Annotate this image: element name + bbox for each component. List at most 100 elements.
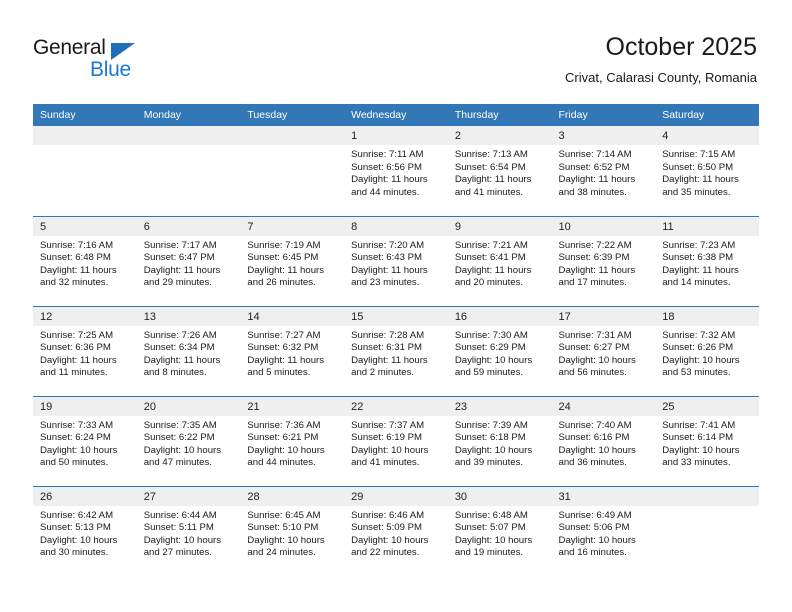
calendar-day[interactable]: 22 Sunrise: 7:37 AM Sunset: 6:19 PM Dayligh… <box>344 396 448 486</box>
daylight-duration-line2: and 33 minutes. <box>662 457 731 469</box>
daylight-duration-line1: Daylight: 10 hours <box>558 354 636 366</box>
sunset-time: Sunset: 6:50 PM <box>662 161 734 173</box>
day-number <box>240 126 345 145</box>
calendar-cell: 5 Sunrise: 7:16 AM Sunset: 6:48 PM Daylight… <box>33 215 137 306</box>
day-number: 28 <box>240 486 345 506</box>
daylight-duration-line1: Daylight: 10 hours <box>247 534 325 546</box>
calendar-day[interactable]: 12 Sunrise: 7:25 AM Sunset: 6:36 PM Dayligh… <box>33 306 137 396</box>
calendar-week-row: 5 Sunrise: 7:16 AM Sunset: 6:48 PM Daylight… <box>33 215 759 306</box>
calendar-cell: 19 Sunrise: 7:33 AM Sunset: 6:24 PM Dayligh… <box>33 395 137 486</box>
daylight-duration-line1: Daylight: 11 hours <box>143 264 221 276</box>
calendar-cell: 28 Sunrise: 6:45 AM Sunset: 5:10 PM Dayligh… <box>240 485 345 576</box>
day-number: 11 <box>655 216 759 236</box>
sunset-time: Sunset: 6:16 PM <box>558 432 630 444</box>
calendar-day[interactable]: 8 Sunrise: 7:20 AM Sunset: 6:43 PM Daylight… <box>344 216 448 306</box>
day-details: Sunrise: 7:16 AM Sunset: 6:48 PM Daylight:… <box>33 236 137 290</box>
calendar-day[interactable]: 5 Sunrise: 7:16 AM Sunset: 6:48 PM Daylight… <box>33 216 137 306</box>
day-details: Sunrise: 7:25 AM Sunset: 6:36 PM Daylight:… <box>33 326 137 380</box>
weekday-header-tuesday: Tuesday <box>240 104 345 126</box>
daylight-duration-line2: and 44 minutes. <box>247 457 316 469</box>
calendar-day[interactable]: 20 Sunrise: 7:35 AM Sunset: 6:22 PM Dayligh… <box>136 396 241 486</box>
weekday-header-friday: Friday <box>551 104 656 126</box>
calendar-cell <box>240 126 345 216</box>
calendar-cell: 6 Sunrise: 7:17 AM Sunset: 6:47 PM Daylight… <box>136 215 241 306</box>
calendar-day[interactable]: 9 Sunrise: 7:21 AM Sunset: 6:41 PM Daylight… <box>447 216 552 306</box>
daylight-duration-line2: and 22 minutes. <box>351 547 420 559</box>
calendar-week-row: 26 Sunrise: 6:42 AM Sunset: 5:13 PM Dayligh… <box>33 485 759 576</box>
sunset-time: Sunset: 6:21 PM <box>247 432 319 444</box>
sunrise-time: Sunrise: 6:49 AM <box>558 509 632 521</box>
calendar-day[interactable]: 30 Sunrise: 6:48 AM Sunset: 5:07 PM Dayligh… <box>447 486 552 576</box>
calendar-day[interactable]: 23 Sunrise: 7:39 AM Sunset: 6:18 PM Dayligh… <box>447 396 552 486</box>
calendar-day[interactable]: 31 Sunrise: 6:49 AM Sunset: 5:06 PM Dayligh… <box>551 486 656 576</box>
sunset-time: Sunset: 6:14 PM <box>662 432 734 444</box>
weekday-header-saturday: Saturday <box>655 104 759 126</box>
calendar-day[interactable]: 2 Sunrise: 7:13 AM Sunset: 6:54 PM Daylight… <box>447 126 552 215</box>
page-header: General Blue October 2025 Crivat, Calara… <box>0 0 792 100</box>
calendar-day[interactable]: 27 Sunrise: 6:44 AM Sunset: 5:11 PM Dayligh… <box>136 486 241 576</box>
daylight-duration-line1: Daylight: 10 hours <box>454 444 533 456</box>
day-number: 4 <box>655 126 759 145</box>
calendar-day[interactable]: 6 Sunrise: 7:17 AM Sunset: 6:47 PM Daylight… <box>136 216 241 306</box>
calendar-day[interactable]: 15 Sunrise: 7:28 AM Sunset: 6:31 PM Dayligh… <box>344 306 448 396</box>
sunset-time: Sunset: 6:26 PM <box>662 342 734 354</box>
sunset-time: Sunset: 6:38 PM <box>662 252 734 264</box>
sunset-time: Sunset: 6:31 PM <box>351 342 423 354</box>
calendar-cell: 14 Sunrise: 7:27 AM Sunset: 6:32 PM Dayligh… <box>240 305 345 396</box>
sunrise-time: Sunrise: 6:46 AM <box>351 509 425 521</box>
calendar-cell: 3 Sunrise: 7:14 AM Sunset: 6:52 PM Daylight… <box>551 126 656 216</box>
calendar-day[interactable]: 1 Sunrise: 7:11 AM Sunset: 6:56 PM Daylight… <box>344 126 448 215</box>
calendar-cell: 17 Sunrise: 7:31 AM Sunset: 6:27 PM Dayligh… <box>551 305 656 396</box>
calendar-day[interactable]: 21 Sunrise: 7:36 AM Sunset: 6:21 PM Dayligh… <box>240 396 345 486</box>
daylight-duration-line1: Daylight: 11 hours <box>454 174 532 186</box>
calendar-cell: 26 Sunrise: 6:42 AM Sunset: 5:13 PM Dayligh… <box>33 485 137 576</box>
sunset-time: Sunset: 6:41 PM <box>454 252 526 264</box>
day-number: 1 <box>344 126 448 145</box>
daylight-duration-line1: Daylight: 10 hours <box>558 534 636 546</box>
daylight-duration-line2: and 16 minutes. <box>558 547 627 559</box>
calendar-day[interactable]: 11 Sunrise: 7:23 AM Sunset: 6:38 PM Dayligh… <box>655 216 759 306</box>
calendar-day[interactable]: 16 Sunrise: 7:30 AM Sunset: 6:29 PM Dayligh… <box>447 306 552 396</box>
calendar-day[interactable]: 3 Sunrise: 7:14 AM Sunset: 6:52 PM Daylight… <box>551 126 656 215</box>
sunset-time: Sunset: 6:43 PM <box>351 252 423 264</box>
calendar-day[interactable]: 18 Sunrise: 7:32 AM Sunset: 6:26 PM Dayligh… <box>655 306 759 396</box>
sunrise-time: Sunrise: 7:16 AM <box>40 239 114 251</box>
sunrise-time: Sunrise: 7:11 AM <box>351 149 424 160</box>
sunset-time: Sunset: 6:32 PM <box>247 342 319 354</box>
calendar-week-row: 1 Sunrise: 7:11 AM Sunset: 6:56 PM Daylight… <box>33 126 759 216</box>
day-number: 26 <box>33 486 137 506</box>
day-number: 15 <box>344 306 448 326</box>
calendar-cell: 25 Sunrise: 7:41 AM Sunset: 6:14 PM Dayligh… <box>655 395 759 486</box>
daylight-duration-line1: Daylight: 10 hours <box>351 534 429 546</box>
calendar-cell: 22 Sunrise: 7:37 AM Sunset: 6:19 PM Dayligh… <box>344 395 448 486</box>
calendar-cell: 23 Sunrise: 7:39 AM Sunset: 6:18 PM Dayligh… <box>447 395 552 486</box>
calendar-day[interactable]: 4 Sunrise: 7:15 AM Sunset: 6:50 PM Daylight… <box>655 126 759 215</box>
sunset-time: Sunset: 6:18 PM <box>454 432 526 444</box>
day-details: Sunrise: 7:31 AM Sunset: 6:27 PM Daylight:… <box>552 326 656 380</box>
calendar-day[interactable]: 17 Sunrise: 7:31 AM Sunset: 6:27 PM Dayligh… <box>551 306 656 396</box>
daylight-duration-line2: and 56 minutes. <box>558 367 627 379</box>
calendar-day[interactable]: 7 Sunrise: 7:19 AM Sunset: 6:45 PM Daylight… <box>240 216 345 306</box>
calendar-day[interactable]: 25 Sunrise: 7:41 AM Sunset: 6:14 PM Dayligh… <box>655 396 759 486</box>
daylight-duration-line1: Daylight: 10 hours <box>454 534 533 546</box>
day-details: Sunrise: 7:13 AM Sunset: 6:54 PM Daylight:… <box>448 145 552 199</box>
calendar-day[interactable]: 10 Sunrise: 7:22 AM Sunset: 6:39 PM Dayligh… <box>551 216 656 306</box>
calendar-day[interactable]: 26 Sunrise: 6:42 AM Sunset: 5:13 PM Dayligh… <box>33 486 137 576</box>
day-details: Sunrise: 7:39 AM Sunset: 6:18 PM Daylight:… <box>448 416 552 470</box>
calendar-cell: 12 Sunrise: 7:25 AM Sunset: 6:36 PM Dayligh… <box>33 305 137 396</box>
calendar-day[interactable]: 14 Sunrise: 7:27 AM Sunset: 6:32 PM Dayligh… <box>240 306 345 396</box>
day-details: Sunrise: 6:46 AM Sunset: 5:09 PM Daylight:… <box>344 506 448 560</box>
calendar-day[interactable]: 29 Sunrise: 6:46 AM Sunset: 5:09 PM Dayligh… <box>344 486 448 576</box>
calendar-week-row: 19 Sunrise: 7:33 AM Sunset: 6:24 PM Dayligh… <box>33 395 759 486</box>
calendar-day[interactable]: 13 Sunrise: 7:26 AM Sunset: 6:34 PM Dayligh… <box>136 306 241 396</box>
day-number: 10 <box>551 216 656 236</box>
sunset-time: Sunset: 6:48 PM <box>40 252 111 264</box>
day-number: 24 <box>551 396 656 416</box>
calendar-day[interactable]: 28 Sunrise: 6:45 AM Sunset: 5:10 PM Dayligh… <box>240 486 345 576</box>
daylight-duration-line2: and 32 minutes. <box>40 277 109 289</box>
sunrise-time: Sunrise: 7:23 AM <box>662 239 736 251</box>
calendar-day[interactable]: 24 Sunrise: 7:40 AM Sunset: 6:16 PM Dayligh… <box>551 396 656 486</box>
calendar-day[interactable]: 19 Sunrise: 7:33 AM Sunset: 6:24 PM Dayligh… <box>33 396 137 486</box>
day-number: 14 <box>240 306 345 326</box>
day-number: 19 <box>33 396 137 416</box>
